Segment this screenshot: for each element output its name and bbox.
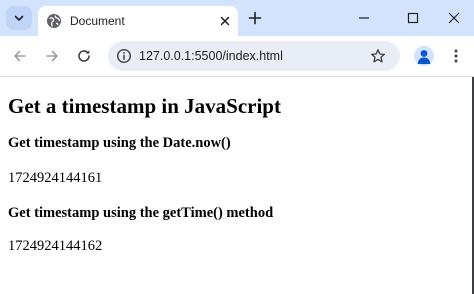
- url-text[interactable]: 127.0.0.1:5500/index.html: [139, 48, 283, 64]
- person-icon: [417, 50, 431, 64]
- minimize-icon: [359, 17, 369, 19]
- maximize-icon: [407, 12, 419, 24]
- address-bar[interactable]: 127.0.0.1:5500/index.html: [108, 41, 400, 71]
- info-icon[interactable]: [116, 48, 132, 64]
- tab-strip: Document: [0, 0, 474, 36]
- page-title: Get a timestamp in JavaScript: [8, 94, 281, 118]
- close-window-button[interactable]: [432, 0, 474, 36]
- timestamp-value-date-now: 1724924144161: [8, 170, 103, 186]
- page-viewport: Get a timestamp in JavaScript Get timest…: [0, 77, 474, 294]
- close-icon: [448, 12, 460, 24]
- close-icon[interactable]: [217, 13, 233, 29]
- reload-icon[interactable]: [76, 48, 92, 64]
- minimize-button[interactable]: [342, 0, 386, 36]
- tab-search-button[interactable]: [6, 6, 32, 30]
- tab-title: Document: [70, 14, 125, 28]
- browser-tab[interactable]: Document: [38, 6, 238, 36]
- section-heading-date-now: Get timestamp using the Date.now(): [8, 135, 231, 151]
- maximize-button[interactable]: [391, 0, 435, 36]
- kebab-menu-icon[interactable]: [448, 48, 464, 64]
- star-icon[interactable]: [370, 48, 386, 64]
- arrow-right-icon[interactable]: [44, 48, 60, 64]
- plus-icon[interactable]: [247, 10, 263, 26]
- arrow-left-icon[interactable]: [12, 48, 28, 64]
- timestamp-value-get-time: 1724924144162: [8, 238, 103, 254]
- section-heading-get-time: Get timestamp using the getTime() method: [8, 205, 274, 221]
- toolbar: 127.0.0.1:5500/index.html: [0, 36, 474, 77]
- globe-icon: [47, 14, 61, 28]
- profile-button[interactable]: [414, 46, 434, 66]
- chevron-down-icon: [14, 15, 24, 21]
